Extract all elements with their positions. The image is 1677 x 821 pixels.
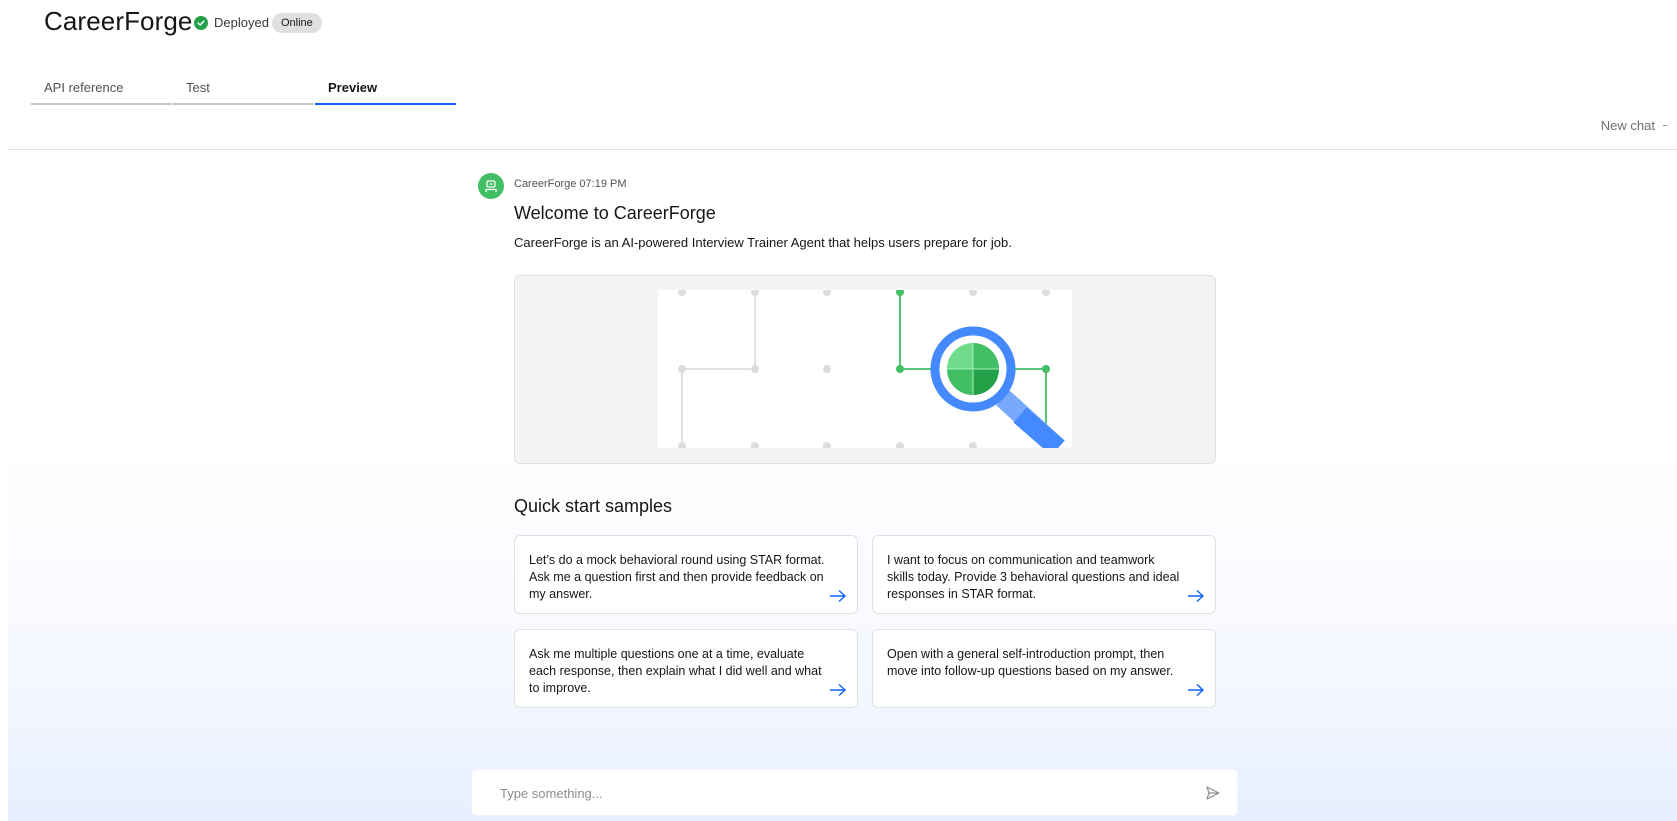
welcome-description: CareerForge is an AI-powered Interview T… [514, 235, 1012, 250]
sample-card[interactable]: Let’s do a mock behavioral round using S… [514, 535, 858, 614]
dash-icon [1663, 125, 1667, 126]
chat-input[interactable] [500, 783, 1180, 803]
header: CareerForge Deployed Online API referenc… [0, 0, 1677, 150]
deploy-status-label: Deployed [214, 15, 269, 30]
new-chat-button[interactable]: New chat [1601, 118, 1667, 133]
sample-card[interactable]: Open with a general self-introduction pr… [872, 629, 1216, 708]
arrow-right-icon [830, 589, 847, 603]
message-time: 07:19 PM [579, 178, 627, 190]
tab-api-reference[interactable]: API reference [31, 78, 172, 105]
sample-text: Ask me multiple questions one at a time,… [529, 647, 822, 695]
tab-test[interactable]: Test [173, 78, 314, 105]
tab-bar: API reference Test Preview [31, 78, 457, 105]
tab-preview[interactable]: Preview [315, 78, 456, 105]
welcome-title: Welcome to CareerForge [514, 203, 716, 223]
chat-area [8, 150, 1677, 821]
sample-text: I want to focus on communication and tea… [887, 553, 1180, 601]
robot-icon [478, 173, 504, 199]
arrow-right-icon [1188, 683, 1205, 697]
message-sender: CareerForge [514, 178, 577, 190]
new-chat-label: New chat [1600, 118, 1655, 133]
check-circle-icon [194, 15, 208, 30]
sample-card[interactable]: Ask me multiple questions one at a time,… [514, 629, 858, 708]
app-title: CareerForge [44, 6, 193, 36]
sample-text: Open with a general self-introduction pr… [887, 647, 1174, 678]
magnifier-network-icon [658, 290, 1072, 448]
arrow-right-icon [1188, 589, 1205, 603]
chat-input-box [472, 770, 1237, 815]
welcome-image-card [514, 275, 1216, 464]
quick-start-title: Quick start samples [514, 496, 673, 516]
arrow-right-icon [830, 683, 847, 697]
message-meta: CareerForge 07:19 PM [514, 178, 627, 190]
sample-text: Let’s do a mock behavioral round using S… [529, 553, 825, 601]
sample-card[interactable]: I want to focus on communication and tea… [872, 535, 1216, 614]
deploy-status: Deployed [194, 15, 269, 30]
send-icon[interactable] [1205, 785, 1221, 801]
online-badge: Online [272, 13, 322, 33]
